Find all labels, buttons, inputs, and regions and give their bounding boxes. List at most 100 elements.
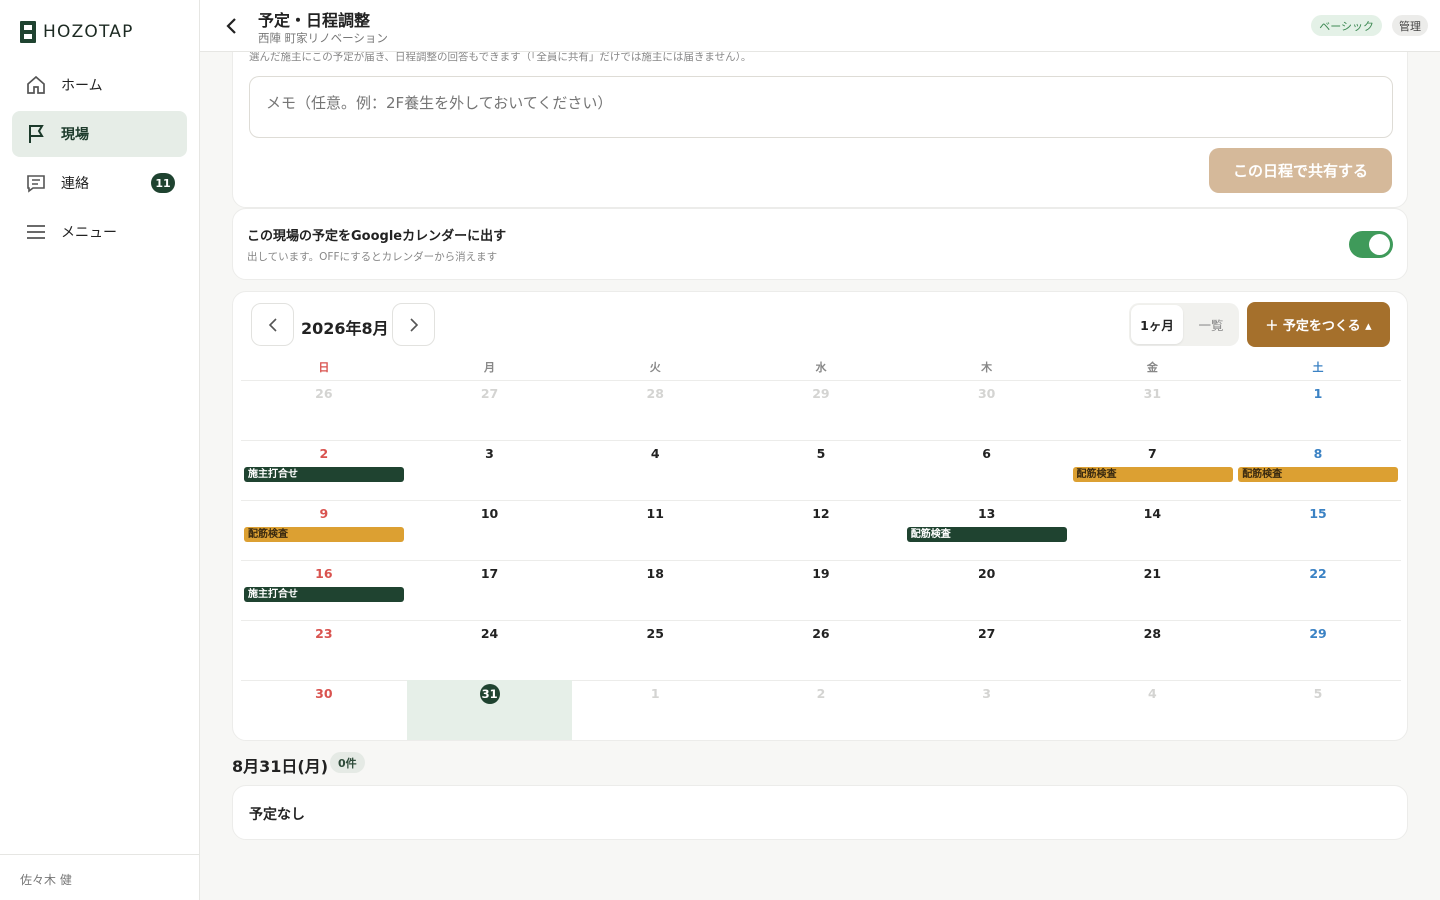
back-button[interactable] <box>218 12 246 40</box>
calendar-day-cell[interactable]: 26 <box>241 380 407 440</box>
day-number: 2 <box>319 446 329 461</box>
view-month-tab[interactable]: 1ヶ月 <box>1131 305 1183 344</box>
menu-icon <box>25 221 47 243</box>
view-list-tab[interactable]: 一覧 <box>1185 305 1237 344</box>
calendar-day-cell[interactable]: 1 <box>1235 380 1401 440</box>
page-header: 予定・日程調整 西陣 町家リノベーション ベーシック 管理 <box>200 0 1440 52</box>
user-name[interactable]: 佐々木 健 <box>0 854 199 900</box>
event-bar[interactable]: 施主打合せ <box>244 467 404 482</box>
day-number: 25 <box>646 626 664 641</box>
calendar-day-cell[interactable]: 4 <box>572 440 738 500</box>
calendar-day-cell[interactable]: 30 <box>241 680 407 740</box>
calendar-day-cell[interactable]: 26 <box>738 620 904 680</box>
calendar-day-cell[interactable]: 22 <box>1235 560 1401 620</box>
next-month-button[interactable] <box>392 303 435 346</box>
day-number: 29 <box>812 386 830 401</box>
event-bar[interactable]: 施主打合せ <box>244 587 404 602</box>
event-bar[interactable]: 配筋検査 <box>906 527 1067 542</box>
sidebar-item-label: 連絡 <box>61 176 89 192</box>
calendar-day-cell[interactable]: 5 <box>738 440 904 500</box>
calendar-day-cell[interactable]: 19 <box>738 560 904 620</box>
weekday-header: 火 <box>649 361 661 374</box>
day-number: 26 <box>315 386 333 401</box>
calendar-day-cell[interactable]: 2 <box>738 680 904 740</box>
calendar-day-cell[interactable]: 15 <box>1235 500 1401 560</box>
day-number: 9 <box>319 506 329 521</box>
day-number: 16 <box>315 566 333 581</box>
calendar-day-cell[interactable]: 27 <box>407 380 573 440</box>
day-number: 1 <box>1313 386 1323 401</box>
day-number: 4 <box>650 446 660 461</box>
calendar-day-cell[interactable]: 28 <box>1070 620 1236 680</box>
calendar-day-cell[interactable]: 6 <box>904 440 1070 500</box>
sidebar-item-home[interactable]: ホーム <box>12 62 187 108</box>
event-bar[interactable]: 配筋検査 <box>244 527 404 542</box>
calendar-day-cell[interactable]: 17 <box>407 560 573 620</box>
calendar-day-cell[interactable]: 18 <box>572 560 738 620</box>
month-title: 2026年8月 <box>301 319 389 338</box>
calendar-day-cell[interactable]: 5 <box>1235 680 1401 740</box>
calendar-day-cell[interactable]: 30 <box>904 380 1070 440</box>
calendar-day-cell[interactable]: 10 <box>407 500 573 560</box>
calendar-day-cell[interactable]: 12 <box>738 500 904 560</box>
weekday-header: 水 <box>815 361 827 374</box>
event-bar[interactable]: 配筋検査 <box>1238 467 1399 482</box>
calendar-day-cell[interactable]: 31 <box>406 680 573 740</box>
day-number: 24 <box>480 626 499 641</box>
day-number: 30 <box>977 386 996 401</box>
event-bar[interactable]: 配筋検査 <box>1072 467 1233 482</box>
calendar-card: 2026年8月 1ヶ月 一覧 ＋ 予定をつくる ▴ 日月火水木金土 26 27 28 2… <box>232 291 1408 741</box>
calendar-day-cell[interactable]: 21 <box>1070 560 1236 620</box>
day-number: 15 <box>1309 506 1327 521</box>
day-number: 4 <box>1147 686 1157 701</box>
brand[interactable]: HOZOTAP <box>20 20 134 44</box>
calendar-day-cell[interactable]: 28 <box>572 380 738 440</box>
calendar-day-cell[interactable]: 31 <box>1070 380 1236 440</box>
admin-badge: 管理 <box>1392 15 1428 36</box>
calendar-day-cell[interactable]: 29 <box>738 380 904 440</box>
calendar-day-cell[interactable]: 3 <box>904 680 1070 740</box>
day-number: 7 <box>1147 446 1157 461</box>
calendar-day-cell[interactable]: 24 <box>407 620 573 680</box>
calendar-day-cell[interactable]: 20 <box>904 560 1070 620</box>
calendar-day-cell[interactable]: 11 <box>572 500 738 560</box>
calendar-day-cell[interactable]: 25 <box>572 620 738 680</box>
day-number: 23 <box>315 626 333 641</box>
day-number: 8 <box>1313 446 1323 461</box>
create-event-button[interactable]: ＋ 予定をつくる ▴ <box>1247 302 1390 347</box>
calendar-day-cell[interactable]: 3 <box>407 440 573 500</box>
page-title: 予定・日程調整 <box>258 11 371 30</box>
day-number: 27 <box>977 626 996 641</box>
gcal-title: この現場の予定をGoogleカレンダーに出す <box>247 229 507 244</box>
weekday-header: 土 <box>1312 361 1324 374</box>
day-number: 3 <box>982 686 991 701</box>
calendar-day-cell[interactable]: 27 <box>904 620 1070 680</box>
day-number: 28 <box>646 386 664 401</box>
sidebar-item-label: 現場 <box>61 127 89 143</box>
day-number: 20 <box>977 566 996 581</box>
sidebar-item-site[interactable]: 現場 <box>12 111 187 157</box>
calendar-day-cell[interactable]: 29 <box>1235 620 1401 680</box>
calendar-day-cell[interactable]: 23 <box>241 620 407 680</box>
calendar-day-cell[interactable]: 4 <box>1070 680 1236 740</box>
sidebar-item-menu[interactable]: メニュー <box>12 209 187 255</box>
sidebar-item-label: ホーム <box>61 78 103 94</box>
day-number: 3 <box>485 446 494 461</box>
calendar-day-cell[interactable]: 1 <box>572 680 738 740</box>
day-number: 31 <box>1143 386 1162 401</box>
chevron-left-icon <box>226 18 236 34</box>
event-count-badge: 0件 <box>330 752 365 773</box>
share-schedule-button[interactable]: この日程で共有する <box>1209 148 1392 193</box>
sidebar-item-messages[interactable]: 連絡 11 <box>12 160 187 206</box>
weekday-header: 日 <box>318 361 330 374</box>
calendar-day-cell[interactable]: 14 <box>1070 500 1236 560</box>
prev-month-button[interactable] <box>251 303 294 346</box>
gcal-status: 出しています。OFFにするとカレンダーから消えます <box>247 251 498 263</box>
memo-input[interactable] <box>249 76 1393 138</box>
day-number: 12 <box>812 506 830 521</box>
gcal-toggle[interactable] <box>1349 231 1393 258</box>
logo-icon <box>20 21 36 43</box>
day-number: 5 <box>816 446 826 461</box>
unread-badge: 11 <box>151 173 175 193</box>
day-number: 21 <box>1143 566 1162 581</box>
